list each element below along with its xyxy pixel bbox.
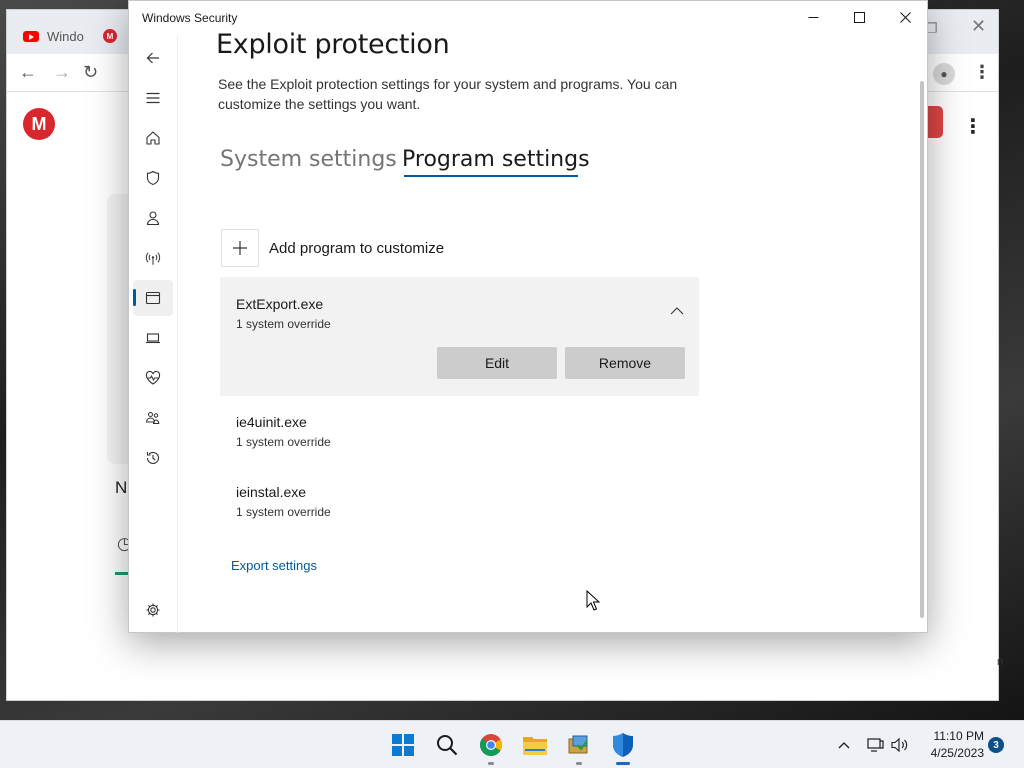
window-title: Windows Security [142,11,238,25]
plus-icon [221,229,259,267]
program-item-extexport[interactable]: ExtExport.exe 1 system override Edit Rem… [220,277,699,396]
back-arrow-icon[interactable]: ← [19,62,37,83]
installer-running-indicator [576,762,582,765]
settings-gear-icon [146,603,160,617]
clock-date[interactable]: 4/25/2023 [918,746,984,760]
nav-item-app-browser-control[interactable] [133,280,173,316]
chevron-up-tray-icon[interactable] [834,735,854,755]
chevron-up-icon[interactable] [670,307,684,315]
person-icon [146,211,160,226]
browser-tab-label: Windo [47,28,84,44]
windows-security-window: Windows Security Exploit protection See … [128,0,928,633]
close-button[interactable] [882,1,928,33]
maximize-button[interactable] [836,1,882,33]
youtube-icon [23,30,39,42]
laptop-icon [146,333,160,344]
nav-menu-button[interactable] [133,80,173,116]
edit-button[interactable]: Edit [437,347,557,379]
nav-item-virus-protection[interactable] [133,160,173,196]
shield-icon [146,170,160,186]
app-installer-icon[interactable] [564,730,594,760]
mega-icon: M [103,29,117,43]
navigation-rail [129,35,177,633]
program-name: ExtExport.exe [236,296,324,312]
clock-time[interactable]: 11:10 PM [924,729,984,743]
home-icon [146,131,160,145]
page-description: See the Exploit protection settings for … [218,76,678,112]
mega-logo[interactable]: M [23,108,55,140]
chrome-running-indicator [488,762,494,765]
mouse-cursor-icon [586,590,600,611]
windows-start-icon[interactable] [388,730,418,760]
notification-badge[interactable]: 3 [988,737,1004,753]
chrome-icon[interactable] [476,730,506,760]
browser-menu-icon[interactable]: ⋮ [973,62,991,83]
taskbar [0,720,1024,768]
volume-icon[interactable] [890,735,910,755]
nav-item-protection-history[interactable] [133,440,173,476]
content-area: Exploit protection See the Exploit prote… [177,29,929,633]
program-name: ie4uinit.exe [236,414,307,430]
network-icon[interactable] [866,735,886,755]
page-red-button[interactable] [927,106,943,138]
nav-item-settings[interactable] [133,592,173,628]
browser-close-icon[interactable]: ✕ [971,16,986,37]
health-heart-icon [145,370,161,385]
tab-system-settings[interactable]: System settings [220,147,397,172]
tab-program-settings[interactable]: Program settings [402,147,590,172]
windows-security-icon[interactable] [608,730,638,760]
page-title: Exploit protection [216,29,450,60]
nav-item-device-health[interactable] [133,360,173,396]
maximize-icon [853,11,865,23]
profile-avatar-icon[interactable]: ● [933,63,955,85]
security-active-indicator [616,762,630,765]
export-settings-link[interactable]: Export settings [231,558,317,573]
browser-tab-youtube[interactable]: Windo [23,22,84,50]
nav-item-account-protection[interactable] [133,200,173,236]
nav-item-firewall[interactable] [133,240,173,276]
app-browser-icon [145,291,161,305]
program-override-count: 1 system override [236,317,331,331]
nav-item-family-options[interactable] [133,400,173,436]
page-menu-icon[interactable]: ⋮ [963,114,983,139]
page-card-text: N [115,478,128,497]
program-override-count: 1 system override [236,505,331,519]
family-icon [145,412,160,424]
program-item-ieinstal[interactable]: ieinstal.exe 1 system override [220,466,699,536]
file-explorer-icon[interactable] [520,730,550,760]
add-program-label: Add program to customize [269,239,445,257]
reload-icon[interactable]: ↻ [83,62,98,83]
back-icon [146,52,159,64]
program-item-ie4uinit[interactable]: ie4uinit.exe 1 system override [220,396,699,466]
vertical-scrollbar[interactable] [920,81,924,618]
page-edge-text: n [997,656,1004,668]
remove-button[interactable]: Remove [565,347,685,379]
active-nav-indicator [133,289,136,306]
search-icon[interactable] [432,730,462,760]
wifi-antenna-icon [145,252,161,265]
close-icon [899,11,911,23]
nav-item-device-security[interactable] [133,320,173,356]
add-program-button[interactable]: Add program to customize [221,228,444,268]
browser-tab-mega[interactable]: M [103,22,117,50]
program-override-count: 1 system override [236,435,331,449]
program-name: ieinstal.exe [236,484,307,500]
forward-arrow-icon[interactable]: → [53,62,71,83]
minimize-button[interactable] [790,1,836,33]
menu-icon [146,92,160,104]
history-icon [146,451,160,464]
selected-tab-underline [404,175,578,177]
nav-back-button[interactable] [133,40,173,76]
minimize-icon [808,16,818,18]
nav-item-home[interactable] [133,120,173,156]
